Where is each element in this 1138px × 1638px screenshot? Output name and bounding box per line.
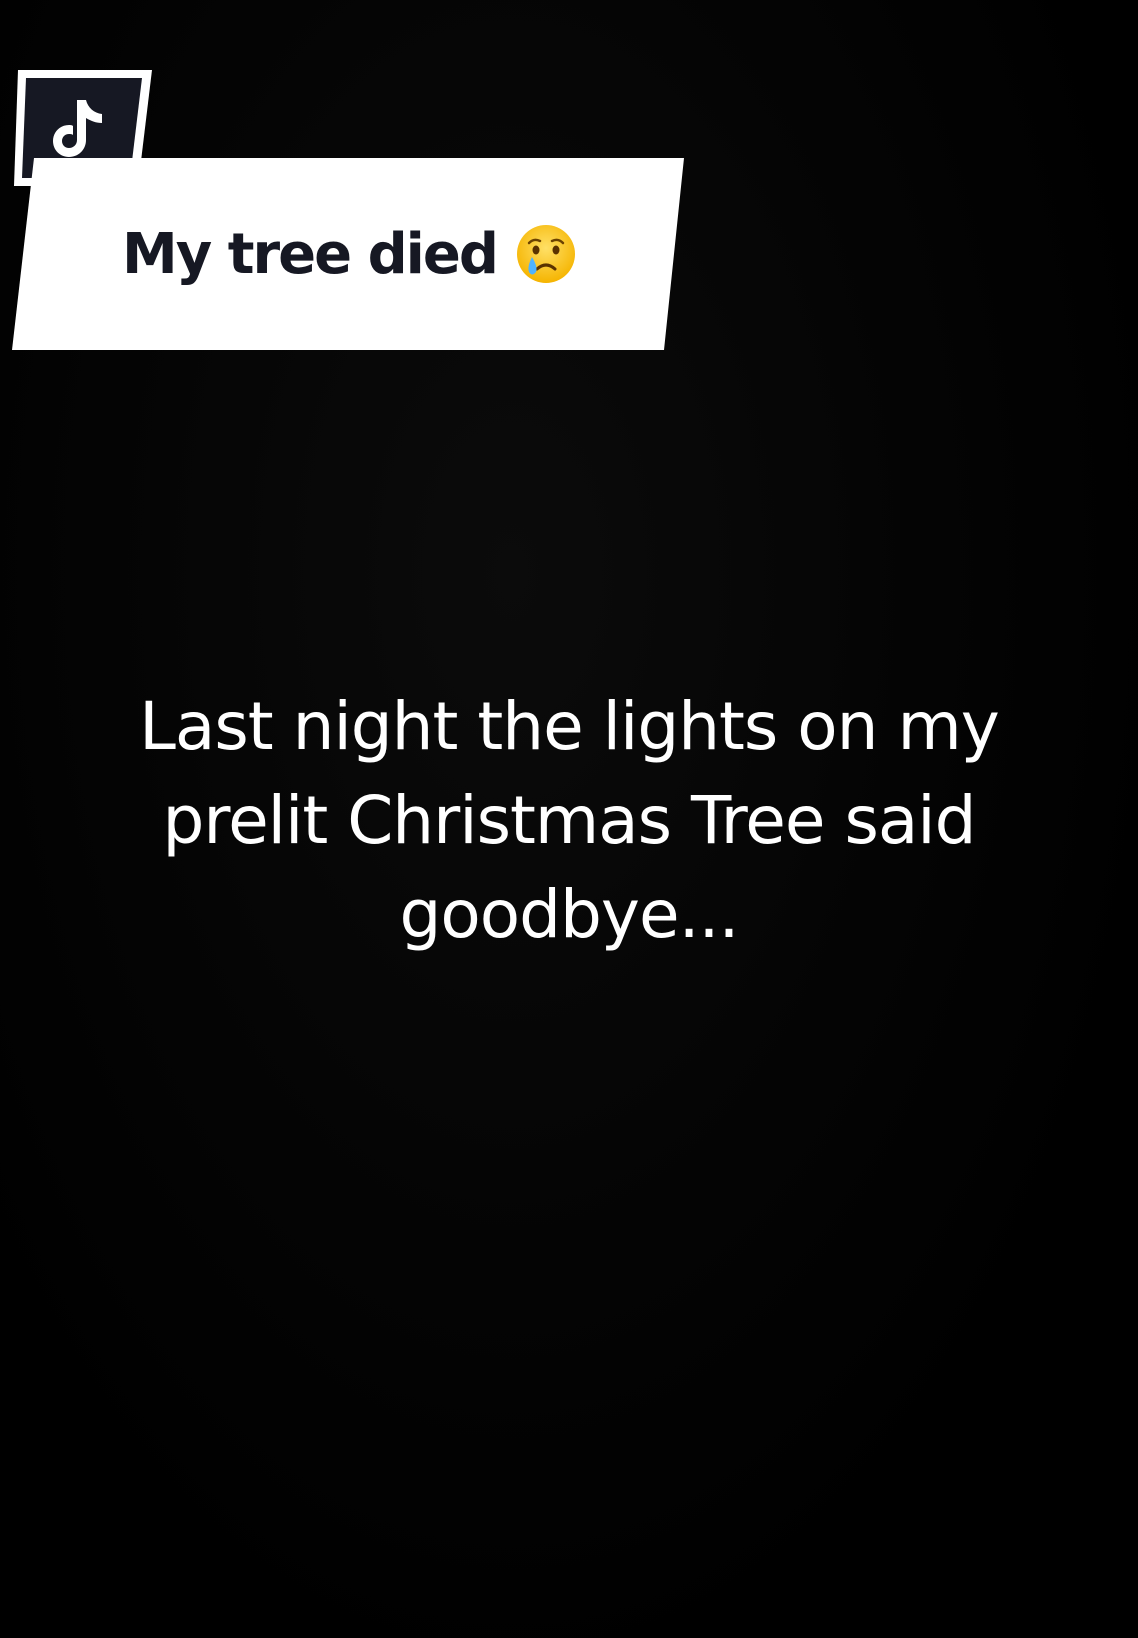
crying-face-icon <box>515 223 577 285</box>
video-frame: My tree died Last night the lights on my… <box>0 0 1138 1638</box>
caption-line: goodbye... <box>399 876 739 953</box>
video-caption: Last night the lights on my prelit Chris… <box>69 680 1069 962</box>
caption-line: prelit Christmas Tree said <box>162 782 976 859</box>
video-title: My tree died <box>122 221 499 287</box>
caption-line: Last night the lights on my <box>139 688 1000 765</box>
title-banner: My tree died <box>12 158 684 350</box>
